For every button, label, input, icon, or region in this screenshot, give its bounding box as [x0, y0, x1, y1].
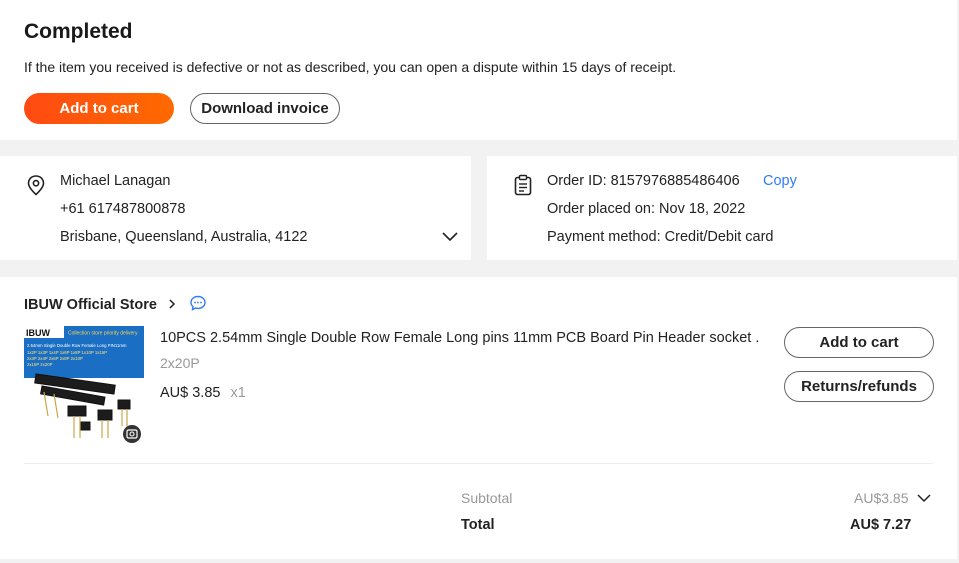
chevron-down-icon[interactable]: [916, 493, 932, 504]
store-name: IBUW Official Store: [24, 297, 157, 313]
add-to-cart-button[interactable]: Add to cart: [24, 93, 174, 124]
shipping-address-card: Michael Lanagan +61 617487800878 Brisban…: [0, 156, 471, 260]
copy-order-id-link[interactable]: Copy: [763, 173, 797, 189]
chevron-right-icon: [169, 299, 176, 309]
product-image[interactable]: IBUW Collection store priority delivery …: [24, 326, 144, 446]
image-caption-text: 2.54mm Single Double Row Female Long PIN…: [27, 343, 127, 348]
total-value: AU$ 7.27: [850, 517, 912, 533]
recipient-name: Michael Lanagan: [60, 173, 171, 189]
product-variant: 2x20P: [160, 355, 200, 371]
product-price-row: AU$ 3.85 x1: [160, 385, 246, 401]
divider: [24, 463, 933, 464]
subtotal-label: Subtotal: [461, 490, 513, 506]
recipient-phone: +61 617487800878: [60, 201, 186, 217]
store-order-card: IBUW Official Store IBUW Collection stor…: [0, 277, 957, 559]
order-id: Order ID: 8157976885486406: [547, 173, 740, 189]
subtotal-value: AU$3.85: [854, 490, 909, 506]
order-status-card: Completed If the item you received is de…: [0, 0, 957, 140]
product-add-to-cart-button[interactable]: Add to cart: [784, 327, 934, 358]
image-sizes-text-3: 2x15P 2x20P: [27, 362, 53, 367]
order-placed-date: Order placed on: Nov 18, 2022: [547, 201, 746, 217]
order-info-card: Order ID: 8157976885486406 Copy Order pl…: [487, 156, 957, 260]
recipient-address: Brisbane, Queensland, Australia, 4122: [60, 229, 308, 245]
status-description: If the item you received is defective or…: [24, 59, 677, 75]
product-quantity: x1: [230, 385, 246, 401]
chevron-down-icon[interactable]: [441, 231, 459, 243]
image-brand-text: IBUW: [26, 328, 50, 338]
clipboard-icon: [514, 174, 532, 196]
download-invoice-button[interactable]: Download invoice: [190, 93, 340, 124]
product-title-link[interactable]: 10PCS 2.54mm Single Double Row Female Lo…: [160, 330, 760, 346]
returns-refunds-button[interactable]: Returns/refunds: [784, 371, 934, 402]
image-sizes-text-2: 2x3P 2x4P 2x6P 2x8P 2x10P: [27, 356, 83, 361]
status-title: Completed: [24, 20, 133, 43]
chat-icon[interactable]: [189, 294, 207, 312]
image-banner-text: Collection store priority delivery: [68, 331, 138, 337]
total-label: Total: [461, 517, 495, 533]
location-pin-icon: [27, 175, 45, 196]
product-price: AU$ 3.85: [160, 385, 221, 401]
store-name-link[interactable]: IBUW Official Store: [24, 294, 207, 313]
image-sizes-text-1: 1x2P 1x3P 1x4P 1x6P 1x8P 1x10P 1x15P: [27, 350, 107, 355]
payment-method: Payment method: Credit/Debit card: [547, 229, 774, 245]
